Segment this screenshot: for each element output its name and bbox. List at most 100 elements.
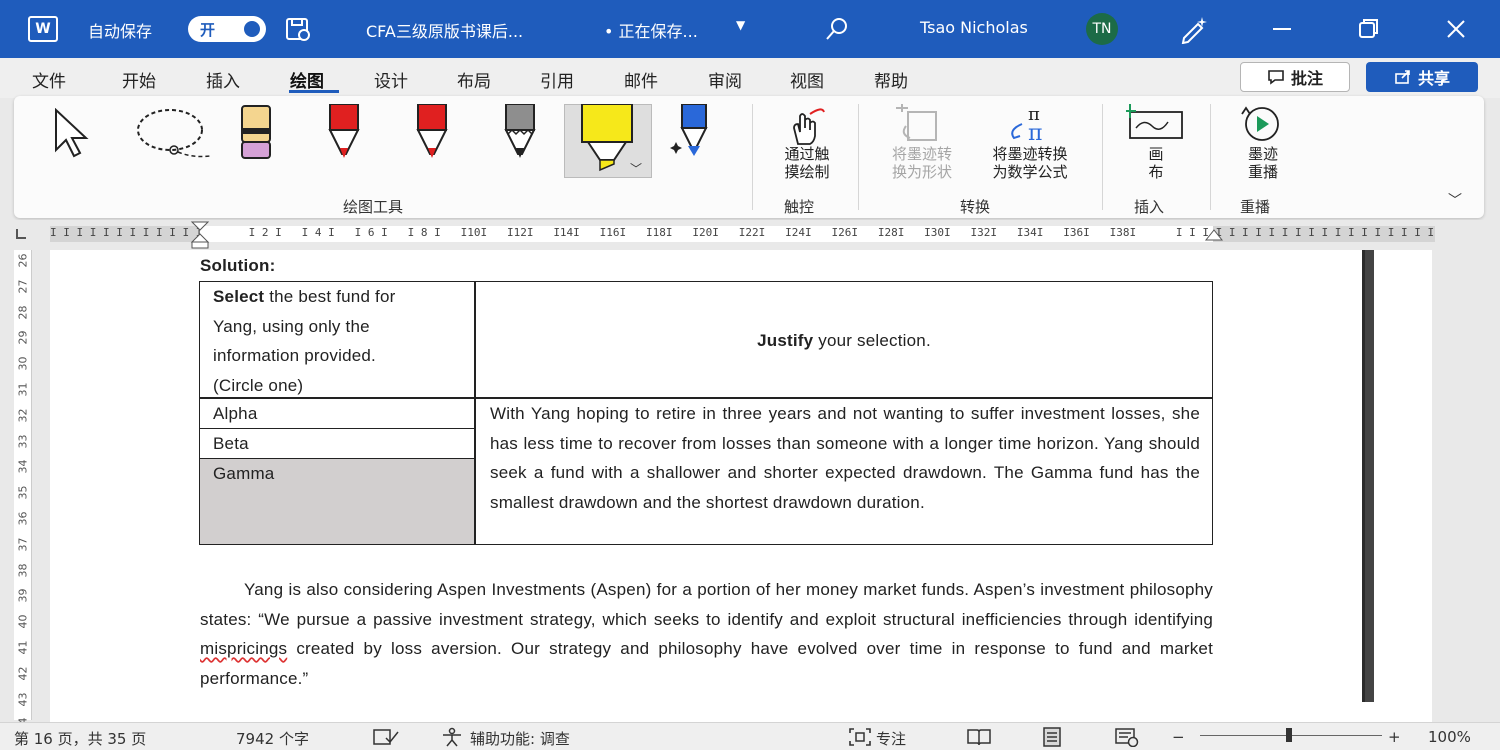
comments-button[interactable]: 批注 [1240, 62, 1350, 92]
touch-draw-icon[interactable] [784, 106, 830, 146]
zoom-slider-thumb[interactable] [1286, 728, 1292, 742]
zoom-level[interactable]: 100% [1428, 728, 1471, 746]
vertical-ruler-number: 43 [16, 692, 30, 707]
tab-stop-selector[interactable] [16, 229, 26, 239]
solution-heading[interactable]: Solution: [200, 256, 275, 276]
zoom-out-button[interactable]: − [1172, 728, 1185, 746]
tab-design[interactable]: 设计 [374, 67, 408, 92]
page-count[interactable]: 第 16 页，共 35 页 [14, 728, 146, 749]
select-pointer-icon[interactable] [52, 108, 108, 160]
tab-mailings[interactable]: 邮件 [624, 67, 658, 92]
ink-to-math-label-1[interactable]: 将墨迹转换 [972, 145, 1088, 163]
option-beta[interactable]: Beta [213, 429, 249, 459]
replay-label-2[interactable]: 重播 [1230, 163, 1296, 181]
ink-to-shape-icon [896, 104, 937, 141]
tab-review[interactable]: 审阅 [708, 67, 742, 92]
tab-references[interactable]: 引用 [540, 67, 574, 92]
ink-to-shape-label-1: 将墨迹转 [891, 145, 952, 163]
ribbon-collapse-chevron-icon[interactable]: ﹀ [1448, 190, 1462, 210]
avatar[interactable]: TN [1086, 13, 1118, 45]
print-layout-icon[interactable] [1040, 727, 1064, 747]
ribbon-separator [858, 104, 859, 210]
option-gamma[interactable]: Gamma [213, 459, 274, 489]
insert-group-label: 插入 [1134, 198, 1165, 216]
convert-group-label: 转换 [960, 198, 991, 216]
justification-text[interactable]: With Yang hoping to retire in three year… [490, 399, 1200, 517]
vertical-ruler-number: 29 [16, 330, 30, 345]
save-icon[interactable] [284, 16, 312, 42]
pen-sparkle-icon[interactable] [1178, 14, 1210, 44]
red-pen-2-icon[interactable] [410, 104, 454, 162]
misspelled-word[interactable]: mispricings [200, 639, 287, 658]
zoom-in-button[interactable]: + [1388, 728, 1401, 746]
lasso-select-icon[interactable] [132, 106, 214, 162]
vertical-ruler-number: 36 [16, 511, 30, 526]
vertical-ruler-number: 34 [16, 459, 30, 474]
touch-group-label: 触控 [784, 198, 815, 216]
ink-replay-icon[interactable] [1236, 104, 1290, 144]
autosave-toggle[interactable]: 开 [188, 16, 266, 42]
vertical-ruler-number: 38 [16, 563, 30, 578]
minimize-button[interactable] [1262, 10, 1302, 48]
touch-draw-label-2[interactable]: 摸绘制 [772, 163, 842, 181]
action-pen-icon[interactable] [670, 104, 720, 162]
web-layout-icon[interactable] [1114, 727, 1140, 747]
tab-view[interactable]: 视图 [790, 67, 824, 92]
aspen-paragraph[interactable]: Yang is also considering Aspen Investmen… [200, 575, 1213, 703]
tab-draw[interactable]: 绘图 [290, 67, 324, 92]
vertical-ruler-number: 27 [16, 279, 30, 294]
share-icon [1395, 70, 1410, 84]
column1-header[interactable]: Select the best fund for Yang, using onl… [213, 282, 473, 400]
column2-header-rest: your selection. [813, 331, 931, 350]
close-button[interactable] [1436, 10, 1476, 48]
vertical-ruler-number: 35 [16, 485, 30, 500]
tab-layout[interactable]: 布局 [457, 67, 491, 92]
vertical-ruler-number: 40 [16, 614, 30, 629]
highlighter-icon[interactable] [578, 104, 636, 174]
indent-marker-icon[interactable] [190, 220, 210, 250]
column2-header[interactable]: Justify your selection. [476, 326, 1212, 356]
accessibility-icon[interactable] [440, 727, 464, 747]
focus-label[interactable]: 专注 [876, 728, 906, 749]
eraser-icon[interactable] [236, 104, 276, 162]
tab-home[interactable]: 开始 [122, 67, 156, 92]
column1-header-line1: the best fund for [264, 287, 396, 306]
option-alpha[interactable]: Alpha [213, 399, 257, 429]
active-tab-indicator [289, 90, 339, 93]
word-count[interactable]: 7942 个字 [236, 728, 309, 749]
highlighter-options-chevron-icon[interactable]: ﹀ [630, 160, 642, 177]
pencil-icon[interactable] [498, 104, 542, 162]
read-mode-icon[interactable] [966, 727, 992, 747]
search-icon[interactable] [822, 14, 852, 44]
vertical-ruler-number: 31 [16, 382, 30, 397]
canvas-label-2[interactable]: 布 [1136, 163, 1176, 181]
canvas-label-1[interactable]: 画 [1136, 145, 1176, 163]
tab-file[interactable]: 文件 [32, 67, 66, 92]
ink-to-math-label-2[interactable]: 为数学公式 [972, 163, 1088, 181]
tab-help[interactable]: 帮助 [874, 67, 908, 92]
draw-tools-group-label: 绘图工具 [343, 198, 404, 216]
restore-button[interactable] [1348, 10, 1388, 48]
ribbon-separator [1102, 104, 1103, 210]
drawing-canvas-icon[interactable] [1126, 104, 1186, 144]
aspen-paragraph-part1: Yang is also considering Aspen Investmen… [200, 580, 1213, 629]
proofing-icon[interactable] [372, 728, 400, 746]
touch-draw-label-1[interactable]: 通过触 [772, 145, 842, 163]
chevron-down-icon[interactable]: ▼ [736, 18, 745, 32]
select-keyword: Select [213, 287, 265, 306]
replay-label-1[interactable]: 墨迹 [1230, 145, 1296, 163]
document-title[interactable]: CFA三级原版书课后... [366, 18, 523, 42]
save-status[interactable]: • 正在保存... [604, 18, 698, 42]
ink-to-math-icon[interactable]: π π [1000, 102, 1064, 144]
right-indent-marker-icon[interactable] [1204, 228, 1224, 244]
tab-insert[interactable]: 插入 [206, 67, 240, 92]
user-name[interactable]: Tsao Nicholas [920, 18, 1028, 37]
page-boundary [1362, 250, 1374, 702]
red-pen-icon[interactable] [322, 104, 366, 162]
share-button[interactable]: 共享 [1366, 62, 1478, 92]
share-label: 共享 [1417, 69, 1450, 88]
comment-icon [1268, 70, 1284, 85]
vertical-ruler-number: 33 [16, 434, 30, 449]
accessibility-status[interactable]: 辅助功能: 调查 [470, 728, 570, 749]
focus-icon[interactable] [848, 727, 872, 747]
